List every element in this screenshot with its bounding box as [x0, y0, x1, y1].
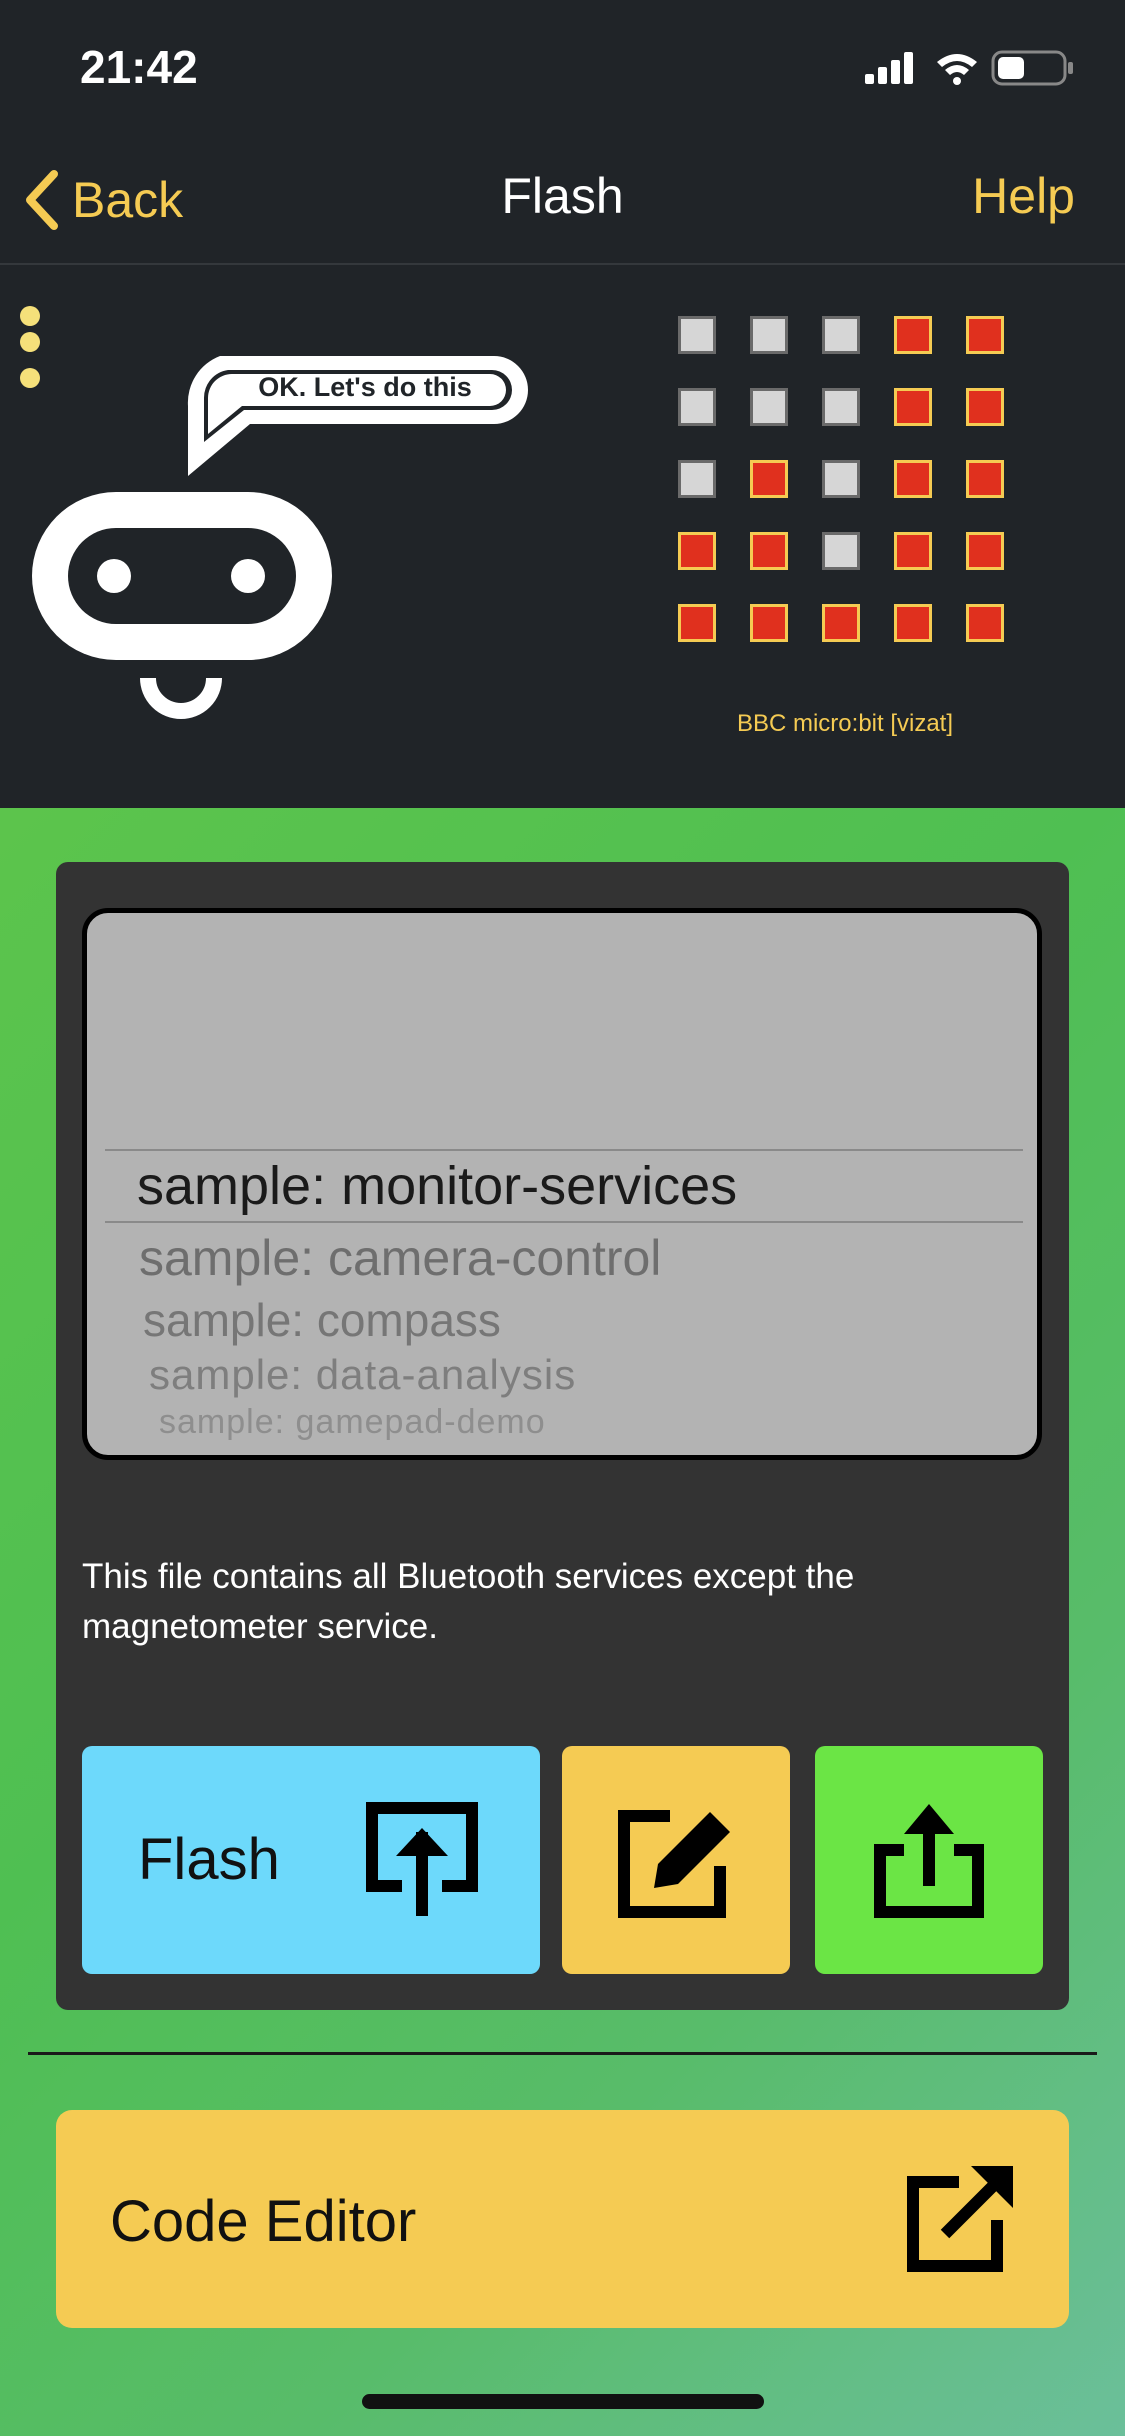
led-cell	[822, 604, 860, 642]
led-matrix	[678, 316, 1010, 648]
led-cell	[678, 388, 716, 426]
speech-text: OK. Let's do this	[258, 372, 472, 402]
share-icon	[874, 1804, 984, 1918]
status-icons	[865, 48, 1085, 88]
led-cell	[894, 316, 932, 354]
share-button[interactable]	[815, 1746, 1043, 1974]
flash-button[interactable]: Flash	[82, 1746, 540, 1974]
signal-wifi-battery-icon	[865, 50, 1073, 86]
led-cell	[750, 532, 788, 570]
program-picker[interactable]: sample: monitor-services sample: camera-…	[82, 908, 1042, 1460]
led-cell	[966, 532, 1004, 570]
led-cell	[822, 388, 860, 426]
home-indicator	[362, 2394, 764, 2409]
program-card: sample: monitor-services sample: camera-…	[56, 862, 1069, 2010]
led-cell	[750, 388, 788, 426]
led-cell	[894, 388, 932, 426]
led-cell	[822, 316, 860, 354]
section-divider	[28, 2052, 1097, 2055]
edit-pencil-icon	[618, 1810, 730, 1918]
device-header-panel: OK. Let's do this BBC micro:bit [vizat]	[0, 266, 1125, 808]
led-cell	[966, 388, 1004, 426]
led-cell	[894, 604, 932, 642]
picker-item[interactable]: sample: camera-control	[139, 1229, 1037, 1287]
more-menu-icon[interactable]	[18, 286, 42, 388]
picker-item[interactable]: sample: compass	[143, 1293, 1037, 1347]
led-cell	[678, 316, 716, 354]
robot-mascot-icon	[28, 492, 338, 732]
picker-item[interactable]: sample: data-analysis	[149, 1351, 1037, 1399]
led-cell	[822, 460, 860, 498]
picker-selection-line-bottom	[105, 1221, 1023, 1223]
status-time: 21:42	[80, 41, 198, 93]
picker-item[interactable]: sample: gamepad-demo	[159, 1403, 1037, 1442]
led-cell	[678, 604, 716, 642]
led-cell	[750, 460, 788, 498]
external-link-icon	[907, 2166, 1013, 2272]
led-cell	[966, 460, 1004, 498]
page-title: Flash	[501, 168, 624, 224]
led-cell	[966, 604, 1004, 642]
status-bar: 21:42	[0, 0, 1125, 135]
led-cell	[678, 532, 716, 570]
picker-item-selected[interactable]: sample: monitor-services	[137, 1155, 1037, 1217]
program-description: This file contains all Bluetooth service…	[82, 1557, 855, 1646]
code-editor-label: Code Editor	[110, 2189, 417, 2254]
led-cell	[750, 604, 788, 642]
flash-button-label: Flash	[138, 1827, 280, 1892]
device-name: BBC micro:bit [vizat]	[736, 710, 954, 737]
led-cell	[894, 532, 932, 570]
picker-selection-line-top	[105, 1149, 1023, 1151]
edit-button[interactable]	[562, 1746, 790, 1974]
help-button[interactable]: Help	[972, 167, 1075, 225]
navigation-bar: Back Flash Help	[0, 135, 1125, 265]
upload-box-icon	[366, 1802, 478, 1916]
main-content: sample: monitor-services sample: camera-…	[0, 808, 1125, 2436]
led-cell	[894, 460, 932, 498]
code-editor-button[interactable]: Code Editor	[56, 2110, 1069, 2328]
led-cell	[822, 532, 860, 570]
led-cell	[966, 316, 1004, 354]
led-cell	[750, 316, 788, 354]
led-cell	[678, 460, 716, 498]
